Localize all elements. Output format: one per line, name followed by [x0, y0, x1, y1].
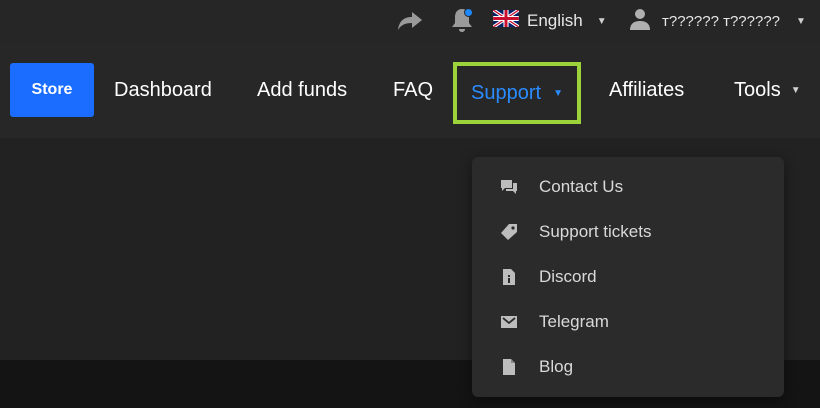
- nav-item-label: Dashboard: [114, 78, 212, 101]
- menu-item-label: Telegram: [539, 311, 609, 331]
- menu-item-label: Discord: [539, 266, 597, 286]
- nav-item-label: Tools: [734, 78, 781, 101]
- nav-item-label: Add funds: [257, 78, 348, 101]
- nav-item-label: Affiliates: [609, 78, 685, 101]
- chevron-down-icon: ▼: [790, 84, 801, 96]
- nav-item-dashboard[interactable]: Dashboard: [114, 42, 212, 138]
- nav-item-label: Support: [471, 81, 542, 104]
- chevron-down-icon: ▼: [596, 15, 607, 27]
- nav-item-faq[interactable]: FAQ: [393, 42, 433, 138]
- language-selector[interactable]: English ▼: [492, 8, 607, 34]
- envelope-icon: [500, 313, 518, 331]
- tag-icon: [500, 223, 518, 241]
- notification-badge: [464, 8, 473, 17]
- chevron-down-icon: ▼: [796, 15, 806, 27]
- store-button[interactable]: Store: [10, 63, 94, 117]
- menu-item-label: Contact Us: [539, 176, 624, 196]
- menu-item-support-tickets[interactable]: Support tickets: [472, 209, 784, 254]
- share-icon[interactable]: [396, 9, 424, 33]
- menu-item-label: Support tickets: [539, 221, 652, 241]
- nav-item-affiliates[interactable]: Affiliates: [609, 42, 684, 138]
- main-navbar: Store Dashboard Add funds FAQ Support ▼ …: [0, 42, 820, 138]
- chevron-down-icon: ▼: [553, 87, 563, 99]
- nav-item-add-funds[interactable]: Add funds: [257, 42, 347, 138]
- menu-item-contact-us[interactable]: Contact Us: [472, 164, 784, 209]
- nav-item-tools[interactable]: Tools ▼: [734, 42, 801, 138]
- menu-item-blog[interactable]: Blog: [472, 344, 784, 389]
- user-icon: [628, 7, 652, 36]
- menu-item-discord[interactable]: Discord: [472, 254, 784, 299]
- notification-bell-icon[interactable]: [449, 6, 475, 34]
- top-utility-bar: English ▼ т?????? т?????? ▼: [0, 0, 820, 42]
- menu-item-telegram[interactable]: Telegram: [472, 299, 784, 344]
- nav-item-support[interactable]: Support ▼: [453, 62, 581, 124]
- support-dropdown-menu: Contact Us Support tickets Discord Teleg…: [472, 157, 784, 397]
- file-info-icon: [500, 268, 518, 286]
- language-label: English: [527, 11, 583, 30]
- menu-item-label: Blog: [539, 356, 574, 376]
- user-menu[interactable]: т?????? т?????? ▼: [628, 7, 806, 35]
- document-icon: [500, 358, 518, 376]
- chat-icon: [500, 178, 518, 196]
- nav-item-label: FAQ: [393, 78, 434, 101]
- user-name: т?????? т??????: [662, 12, 781, 30]
- uk-flag-icon: [492, 8, 520, 32]
